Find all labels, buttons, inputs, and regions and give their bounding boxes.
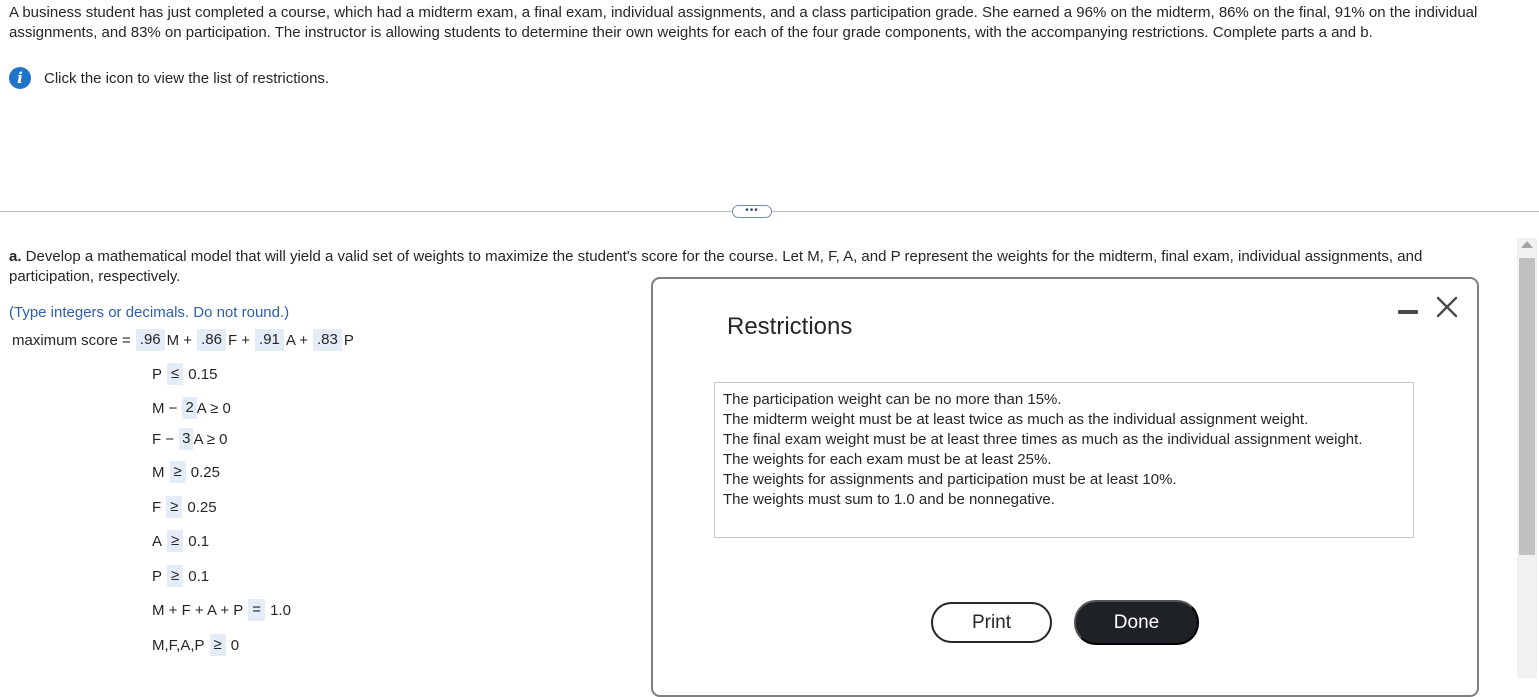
restriction-item: The weights must sum to 1.0 and be nonne… bbox=[723, 491, 1055, 508]
expand-ellipsis-button[interactable]: ••• bbox=[732, 205, 772, 218]
constraint-rhs: 0.1 bbox=[188, 567, 210, 585]
question-text: A business student has just completed a … bbox=[9, 4, 1478, 41]
constraint-coef-input[interactable]: 2 bbox=[182, 397, 197, 419]
constraint-row: A ≥ 0.1 bbox=[152, 530, 209, 552]
var-m-label: M + bbox=[166, 331, 193, 349]
constraint-row: F − 3 A ≥ 0 bbox=[152, 428, 228, 450]
constraint-lhs: F bbox=[152, 498, 162, 516]
restrictions-link-row[interactable]: i Click the icon to view the list of res… bbox=[9, 67, 329, 89]
constraint-coef-input[interactable]: 3 bbox=[179, 428, 194, 450]
constraint-rest: A ≥ 0 bbox=[193, 430, 228, 448]
constraint-operator-input[interactable]: ≥ bbox=[169, 461, 186, 483]
constraint-row: F ≥ 0.25 bbox=[152, 496, 217, 518]
dialog-title: Restrictions bbox=[727, 313, 853, 340]
scrollbar-thumb[interactable] bbox=[1519, 258, 1535, 555]
answer-hint: (Type integers or decimals. Do not round… bbox=[9, 304, 290, 321]
constraint-rhs: 0.15 bbox=[188, 365, 218, 383]
close-icon[interactable] bbox=[1434, 294, 1460, 320]
coef-a-input[interactable]: .91 bbox=[255, 329, 284, 351]
scroll-up-arrow-icon[interactable] bbox=[1521, 241, 1533, 248]
constraint-lhs: P bbox=[152, 365, 163, 383]
constraint-operator-input[interactable]: ≤ bbox=[167, 363, 184, 385]
constraint-lhs: A bbox=[152, 532, 163, 550]
constraint-operator-input[interactable]: ≥ bbox=[209, 634, 226, 656]
constraint-row: M + F + A + P = 1.0 bbox=[152, 599, 291, 621]
done-button[interactable]: Done bbox=[1074, 600, 1199, 645]
constraint-operator-input[interactable]: ≥ bbox=[167, 565, 184, 587]
coef-m-input[interactable]: .96 bbox=[135, 329, 165, 351]
constraint-lhs: P bbox=[152, 567, 163, 585]
constraint-rest: A ≥ 0 bbox=[196, 399, 231, 417]
print-button[interactable]: Print bbox=[931, 602, 1052, 643]
constraint-rhs: 0.1 bbox=[188, 532, 210, 550]
constraint-row: M ≥ 0.25 bbox=[152, 461, 220, 483]
restriction-item: The participation weight can be no more … bbox=[723, 391, 1062, 408]
restriction-item: The midterm weight must be at least twic… bbox=[723, 411, 1309, 428]
constraint-lhs: M,F,A,P bbox=[152, 636, 205, 654]
minimize-icon[interactable] bbox=[1398, 310, 1418, 314]
constraint-row: M − 2 A ≥ 0 bbox=[152, 397, 231, 419]
restriction-item: The weights for each exam must be at lea… bbox=[723, 451, 1052, 468]
var-p-label: P bbox=[343, 331, 354, 349]
constraint-row: P ≤ 0.15 bbox=[152, 363, 217, 385]
info-instruction: Click the icon to view the list of restr… bbox=[44, 69, 330, 87]
constraint-rhs: 1.0 bbox=[270, 601, 291, 619]
var-f-label: F + bbox=[227, 331, 251, 349]
restrictions-list: The participation weight can be no more … bbox=[714, 382, 1414, 538]
constraint-lhs: M bbox=[152, 463, 165, 481]
constraint-rhs: 0 bbox=[230, 636, 240, 654]
constraint-lhs: M − bbox=[152, 399, 178, 417]
constraint-lhs: M + F + A + P bbox=[152, 601, 244, 619]
objective-row: maximum score = .96 M + .86 F + .91 A + … bbox=[12, 329, 354, 351]
constraint-rhs: 0.25 bbox=[190, 463, 220, 481]
part-a-label: a. bbox=[9, 248, 22, 265]
restriction-item: The weights for assignments and particip… bbox=[723, 471, 1177, 488]
info-icon[interactable]: i bbox=[9, 67, 31, 89]
var-a-label: A + bbox=[285, 331, 308, 349]
restriction-item: The final exam weight must be at least t… bbox=[723, 431, 1363, 448]
objective-label: maximum score = bbox=[12, 331, 131, 349]
coef-f-input[interactable]: .86 bbox=[197, 329, 226, 351]
constraint-row: M,F,A,P ≥ 0 bbox=[152, 634, 239, 656]
constraint-row: P ≥ 0.1 bbox=[152, 565, 209, 587]
constraint-lhs: F − bbox=[152, 430, 175, 448]
constraint-operator-input[interactable]: = bbox=[248, 599, 266, 621]
coef-p-input[interactable]: .83 bbox=[313, 329, 342, 351]
constraint-operator-input[interactable]: ≥ bbox=[166, 496, 183, 518]
constraint-rhs: 0.25 bbox=[187, 498, 217, 516]
constraint-operator-input[interactable]: ≥ bbox=[167, 530, 184, 552]
